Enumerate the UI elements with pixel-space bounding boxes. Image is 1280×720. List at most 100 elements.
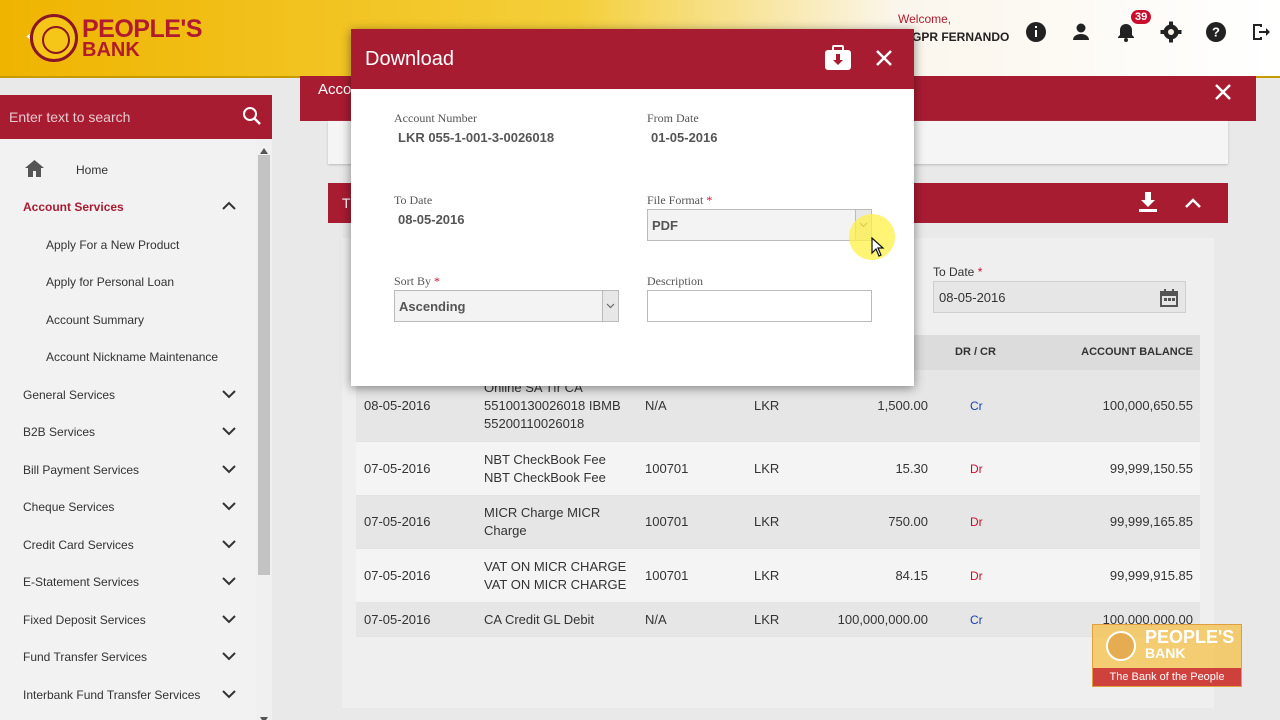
row-drcr: Cr (970, 398, 983, 413)
chevron-down-icon[interactable] (222, 425, 236, 439)
sidebar-item-label: Apply for Personal Loan (46, 274, 175, 289)
row-date: 07-05-2016 (364, 514, 431, 529)
sidebar-search[interactable]: Enter text to search (0, 95, 272, 139)
sidebar-item-credit-card[interactable]: Credit Card Services (0, 526, 255, 563)
row-description: VAT ON MICR CHARGE VAT ON MICR CHARGE (484, 558, 627, 592)
row-currency: LKR (754, 611, 780, 627)
file-format-label: File Format * (647, 193, 713, 207)
calendar-icon[interactable] (1159, 288, 1179, 311)
to-date-label: To Date (394, 193, 433, 207)
sidebar-item-label: Bill Payment Services (23, 462, 140, 477)
sort-by-value: Ascending (399, 299, 466, 314)
row-balance: 100,000,650.55 (1102, 397, 1193, 413)
modal-header: Download (351, 29, 914, 89)
row-description: NBT CheckBook Fee NBT CheckBook Fee (484, 451, 606, 485)
sidebar: Enter text to search Home Account Servic… (0, 95, 272, 720)
row-description: CA Credit GL Debit (484, 611, 595, 627)
sidebar-item-account-summary[interactable]: Account Summary (0, 301, 255, 338)
search-input[interactable]: Enter text to search (9, 109, 130, 125)
table-row[interactable]: 07-05-2016 MICR Charge MICR Charge 10070… (356, 496, 1200, 549)
chevron-down-icon[interactable] (602, 291, 618, 321)
svg-text:?: ? (1212, 25, 1220, 40)
chevron-down-icon[interactable] (222, 650, 236, 664)
sidebar-item-b2b-services[interactable]: B2B Services (0, 413, 255, 450)
search-icon[interactable] (242, 106, 262, 129)
chevron-down-icon[interactable] (222, 613, 236, 627)
sidebar-item-cheque-services[interactable]: Cheque Services (0, 488, 255, 525)
sidebar-item-fund-transfer[interactable]: Fund Transfer Services (0, 638, 255, 675)
chevron-down-icon[interactable] (222, 388, 236, 402)
download-icon[interactable] (1137, 191, 1159, 218)
drcr-header: DR / CR (955, 346, 996, 358)
sidebar-menu: Home Account Services Apply For a New Pr… (0, 139, 272, 720)
sidebar-item-interbank-transfer[interactable]: Interbank Fund Transfer Services (0, 676, 255, 713)
sidebar-item-apply-personal-loan[interactable]: Apply for Personal Loan (0, 263, 255, 300)
sidebar-item-e-statement[interactable]: E-Statement Services (0, 563, 255, 600)
chevron-down-icon[interactable] (222, 463, 236, 477)
row-date: 07-05-2016 (364, 460, 431, 476)
file-format-select[interactable]: PDF (647, 209, 872, 241)
to-date-value: 08-05-2016 (939, 290, 1006, 305)
row-amount: 15.30 (895, 460, 928, 476)
row-drcr: Dr (970, 461, 983, 476)
sidebar-item-home[interactable]: Home (0, 151, 255, 188)
user-name: R GPR FERNANDO (900, 30, 1010, 44)
row-amount: 100,000,000.00 (837, 611, 928, 627)
to-date-input[interactable]: 08-05-2016 (933, 281, 1186, 313)
row-amount: 750.00 (888, 514, 928, 529)
account-number-label: Account Number (394, 111, 477, 125)
sidebar-item-bill-payment[interactable]: Bill Payment Services (0, 451, 255, 488)
sidebar-item-account-nickname[interactable]: Account Nickname Maintenance (0, 338, 255, 375)
chevron-up-icon[interactable] (222, 200, 236, 214)
row-reference: 100701 (645, 460, 689, 476)
sidebar-item-account-services[interactable]: Account Services (0, 188, 255, 225)
chevron-down-icon[interactable] (222, 538, 236, 552)
info-icon[interactable] (1024, 20, 1048, 44)
chevron-down-icon[interactable] (222, 575, 236, 589)
table-row[interactable]: 07-05-2016 NBT CheckBook Fee NBT CheckBo… (356, 442, 1200, 496)
sidebar-item-label: Fixed Deposit Services (23, 612, 146, 627)
sort-by-label: Sort By * (394, 274, 441, 288)
scrollbar-thumb[interactable] (258, 155, 270, 575)
sidebar-item-fixed-deposit[interactable]: Fixed Deposit Services (0, 601, 255, 638)
chevron-down-icon[interactable] (222, 500, 236, 514)
sidebar-item-general-services[interactable]: General Services (0, 376, 255, 413)
scroll-down-arrow-icon[interactable] (260, 710, 268, 720)
help-icon[interactable]: ? (1204, 20, 1228, 44)
row-drcr: Cr (970, 612, 983, 627)
modal-title: Download (365, 48, 454, 70)
logout-icon[interactable] (1248, 20, 1272, 44)
table-row[interactable]: 07-05-2016 CA Credit GL Debit N/A LKR 10… (356, 603, 1200, 637)
sidebar-item-apply-new-product[interactable]: Apply For a New Product (0, 226, 255, 263)
watermark-line2: BANK (1145, 645, 1186, 661)
collapse-chevron-up-icon[interactable] (1185, 196, 1201, 214)
download-file-icon[interactable] (824, 45, 852, 76)
sidebar-scrollbar[interactable] (256, 139, 272, 720)
row-date: 07-05-2016 (364, 611, 431, 627)
sidebar-item-label: General Services (23, 387, 116, 402)
table-row[interactable]: 07-05-2016 VAT ON MICR CHARGE VAT ON MIC… (356, 549, 1200, 603)
close-icon[interactable] (875, 49, 893, 72)
description-input[interactable] (647, 290, 872, 322)
notifications-bell-icon[interactable] (1114, 20, 1138, 44)
profile-icon[interactable] (1069, 20, 1093, 44)
bank-emblem-icon (30, 14, 78, 62)
bank-logo[interactable]: PEOPLE'S BANK (30, 14, 230, 64)
sidebar-item-label: Credit Card Services (23, 537, 134, 552)
sidebar-item-label: Account Services (23, 199, 124, 214)
home-icon (25, 160, 44, 180)
settings-gear-icon[interactable] (1159, 20, 1183, 44)
row-description: MICR Charge MICR Charge (484, 505, 601, 538)
row-date: 07-05-2016 (364, 567, 431, 583)
mouse-cursor-icon (871, 236, 885, 262)
account-number-value: LKR 055-1-001-3-0026018 (398, 130, 555, 145)
balance-header: ACCOUNT BALANCE (1081, 346, 1193, 358)
sort-by-select[interactable]: Ascending (394, 290, 619, 322)
sidebar-item-label: Apply For a New Product (46, 237, 180, 252)
bank-emblem-icon (1106, 631, 1136, 661)
row-balance: 99,999,150.55 (1109, 460, 1193, 476)
watermark-tagline: The Bank of the People (1093, 668, 1241, 686)
close-panel-icon[interactable] (1214, 83, 1232, 106)
chevron-down-icon[interactable] (222, 688, 236, 702)
file-format-value: PDF (652, 218, 678, 233)
